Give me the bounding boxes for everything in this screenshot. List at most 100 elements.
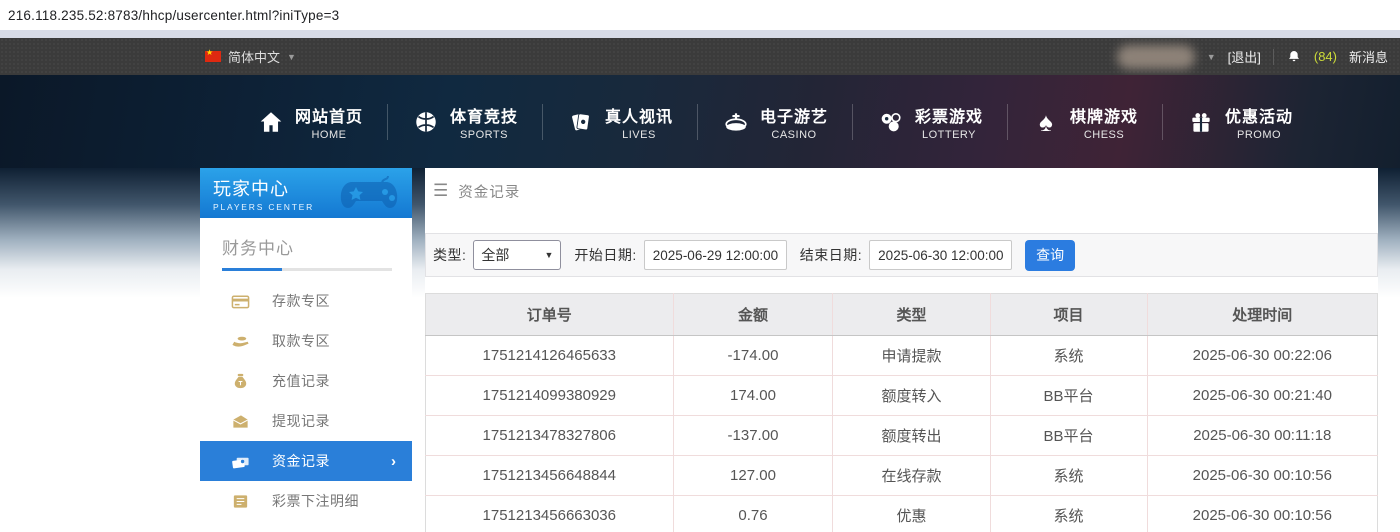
header-amount: 金额 <box>672 293 833 336</box>
sidebar: 玩家中心 PLAYERS CENTER 财务中心 存款专区 取款专区 充值记录 … <box>200 168 412 532</box>
sidebar-item-deposit-zone[interactable]: 存款专区 <box>200 281 412 321</box>
logout-button[interactable]: [退出] <box>1228 47 1261 66</box>
hamburger-icon[interactable]: ☰ <box>433 181 448 201</box>
caret-down-icon[interactable]: ▼ <box>1207 52 1216 62</box>
cell-project: BB平台 <box>989 415 1148 456</box>
cell-amount: 0.76 <box>672 495 833 532</box>
sidebar-item-label: 提现记录 <box>272 413 330 429</box>
china-flag-icon <box>205 48 221 62</box>
cell-amount: -174.00 <box>672 335 833 376</box>
sidebar-item-label: 充值记录 <box>272 373 330 389</box>
nav-item-lives[interactable]: 真人视讯 LIVES <box>543 103 697 141</box>
new-messages-link[interactable]: 新消息 <box>1349 47 1388 66</box>
roulette-icon <box>722 108 750 136</box>
chevron-right-icon: › <box>391 452 396 470</box>
type-select[interactable]: 全部 ▼ <box>473 240 562 270</box>
nav-item-chess[interactable]: ♠ 棋牌游戏 CHESS <box>1008 103 1162 141</box>
start-date-input[interactable] <box>643 240 787 270</box>
main-nav: 网站首页 HOME 体育竞技 SPORTS 真人视讯 LIVES 电子游艺 CA… <box>0 75 1400 168</box>
nav-label-zh: 优惠活动 <box>1225 108 1294 126</box>
sidebar-item-recharge-records[interactable]: 充值记录 <box>200 361 412 401</box>
header-process-time: 处理时间 <box>1146 293 1378 336</box>
start-date-label: 开始日期: <box>574 247 637 263</box>
sidebar-header: 玩家中心 PLAYERS CENTER <box>200 168 412 218</box>
search-button[interactable]: 查询 <box>1025 239 1076 271</box>
cell-process-time: 2025-06-30 00:10:56 <box>1146 495 1378 532</box>
top-toolbar: 简体中文 ▼ ▼ [退出] (84) 新消息 <box>0 38 1400 75</box>
nav-label-zh: 网站首页 <box>294 108 363 126</box>
cell-project: 系统 <box>989 495 1148 532</box>
nav-label-en: CASINO <box>771 128 817 141</box>
header-project: 项目 <box>989 293 1148 336</box>
nav-label-en: PROMO <box>1237 128 1282 141</box>
cell-type: 额度转出 <box>832 415 991 456</box>
cell-order-no: 1751213456663036 <box>425 495 674 532</box>
nav-label-en: LOTTERY <box>921 128 977 141</box>
message-count: (84) <box>1313 49 1337 64</box>
filter-bar: 类型: 全部 ▼ 开始日期: 结束日期: 查询 <box>425 233 1378 277</box>
cell-type: 申请提款 <box>832 335 991 376</box>
language-label: 简体中文 <box>228 50 281 65</box>
username-blurred[interactable] <box>1116 44 1195 69</box>
table-row: 1751213478327806 -137.00 额度转出 BB平台 2025-… <box>425 415 1378 456</box>
nav-item-sports[interactable]: 体育竞技 SPORTS <box>388 103 542 141</box>
cell-process-time: 2025-06-30 00:21:40 <box>1146 375 1378 416</box>
url-text: 216.118.235.52:8783/hhcp/usercenter.html… <box>8 7 340 23</box>
cell-project: 系统 <box>989 455 1148 496</box>
bell-icon[interactable] <box>1286 49 1302 65</box>
caret-down-icon: ▼ <box>287 51 296 62</box>
nav-item-lottery[interactable]: 彩票游戏 LOTTERY <box>853 103 1007 141</box>
sidebar-item-room-bet-records[interactable]: 厅室投注记录 <box>200 521 412 532</box>
browser-divider <box>0 30 1400 38</box>
cell-project: 系统 <box>989 335 1148 376</box>
nav-label-zh: 体育竞技 <box>449 108 518 126</box>
sidebar-item-label: 彩票下注明细 <box>272 493 359 509</box>
nav-item-home[interactable]: 网站首页 HOME <box>233 103 387 141</box>
sidebar-section-title: 财务中心 <box>222 239 294 258</box>
cell-order-no: 1751214099380929 <box>425 375 674 416</box>
breadcrumb: ☰ 资金记录 <box>425 168 1378 214</box>
language-selector[interactable]: 简体中文 ▼ <box>205 47 296 66</box>
sidebar-section: 财务中心 <box>200 218 412 271</box>
cell-order-no: 1751213478327806 <box>425 415 674 456</box>
table-row: 1751213456648844 127.00 在线存款 系统 2025-06-… <box>425 455 1378 496</box>
table-row: 1751214126465633 -174.00 申请提款 系统 2025-06… <box>425 335 1378 376</box>
sidebar-item-lottery-bet-details[interactable]: 彩票下注明细 <box>200 481 412 521</box>
nav-label-en: CHESS <box>1083 128 1125 141</box>
bank-card-icon <box>230 291 250 311</box>
cell-amount: 174.00 <box>672 375 833 416</box>
end-date-input[interactable] <box>869 240 1013 270</box>
gamepad-icon <box>338 172 404 216</box>
nav-item-casino[interactable]: 电子游艺 CASINO <box>698 103 852 141</box>
type-label: 类型: <box>433 247 467 263</box>
sidebar-item-withdrawal-records[interactable]: 提现记录 <box>200 401 412 441</box>
banknotes-icon <box>230 451 250 471</box>
cell-order-no: 1751214126465633 <box>425 335 674 376</box>
nav-label-zh: 棋牌游戏 <box>1070 108 1139 126</box>
cell-project: BB平台 <box>989 375 1148 416</box>
page: 216.118.235.52:8783/hhcp/usercenter.html… <box>0 0 1400 532</box>
cell-process-time: 2025-06-30 00:11:18 <box>1146 415 1378 456</box>
toolbar-divider <box>1272 48 1274 65</box>
toolbar-right: ▼ [退出] (84) 新消息 <box>1116 44 1388 69</box>
table-row: 1751214099380929 174.00 额度转入 BB平台 2025-0… <box>425 375 1378 416</box>
sports-ball-icon <box>412 108 440 136</box>
sidebar-underline <box>222 268 392 271</box>
nav-label-zh: 电子游艺 <box>759 108 828 126</box>
sidebar-item-withdraw-zone[interactable]: 取款专区 <box>200 321 412 361</box>
browser-url-bar[interactable]: 216.118.235.52:8783/hhcp/usercenter.html… <box>0 0 1400 30</box>
fund-records-table: 订单号 金额 类型 项目 处理时间 1751214126465633 -174.… <box>425 293 1378 532</box>
money-bag-icon <box>230 371 250 391</box>
nav-item-promo[interactable]: 优惠活动 PROMO <box>1163 103 1317 141</box>
header-type: 类型 <box>832 293 991 336</box>
cell-process-time: 2025-06-30 00:10:56 <box>1146 455 1378 496</box>
main-content: ☰ 资金记录 类型: 全部 ▼ 开始日期: 结束日期: 查询 订单号 金额 <box>425 168 1378 532</box>
table-row: 1751213456663036 0.76 优惠 系统 2025-06-30 0… <box>425 495 1378 532</box>
playing-cards-icon <box>567 108 595 136</box>
header-order-no: 订单号 <box>425 293 674 336</box>
nav-inner: 网站首页 HOME 体育竞技 SPORTS 真人视讯 LIVES 电子游艺 CA… <box>0 75 1400 168</box>
sidebar-item-fund-records[interactable]: 资金记录 › <box>200 441 412 481</box>
end-date-label: 结束日期: <box>799 247 863 263</box>
document-icon <box>230 491 250 511</box>
page-title: 资金记录 <box>458 184 521 201</box>
